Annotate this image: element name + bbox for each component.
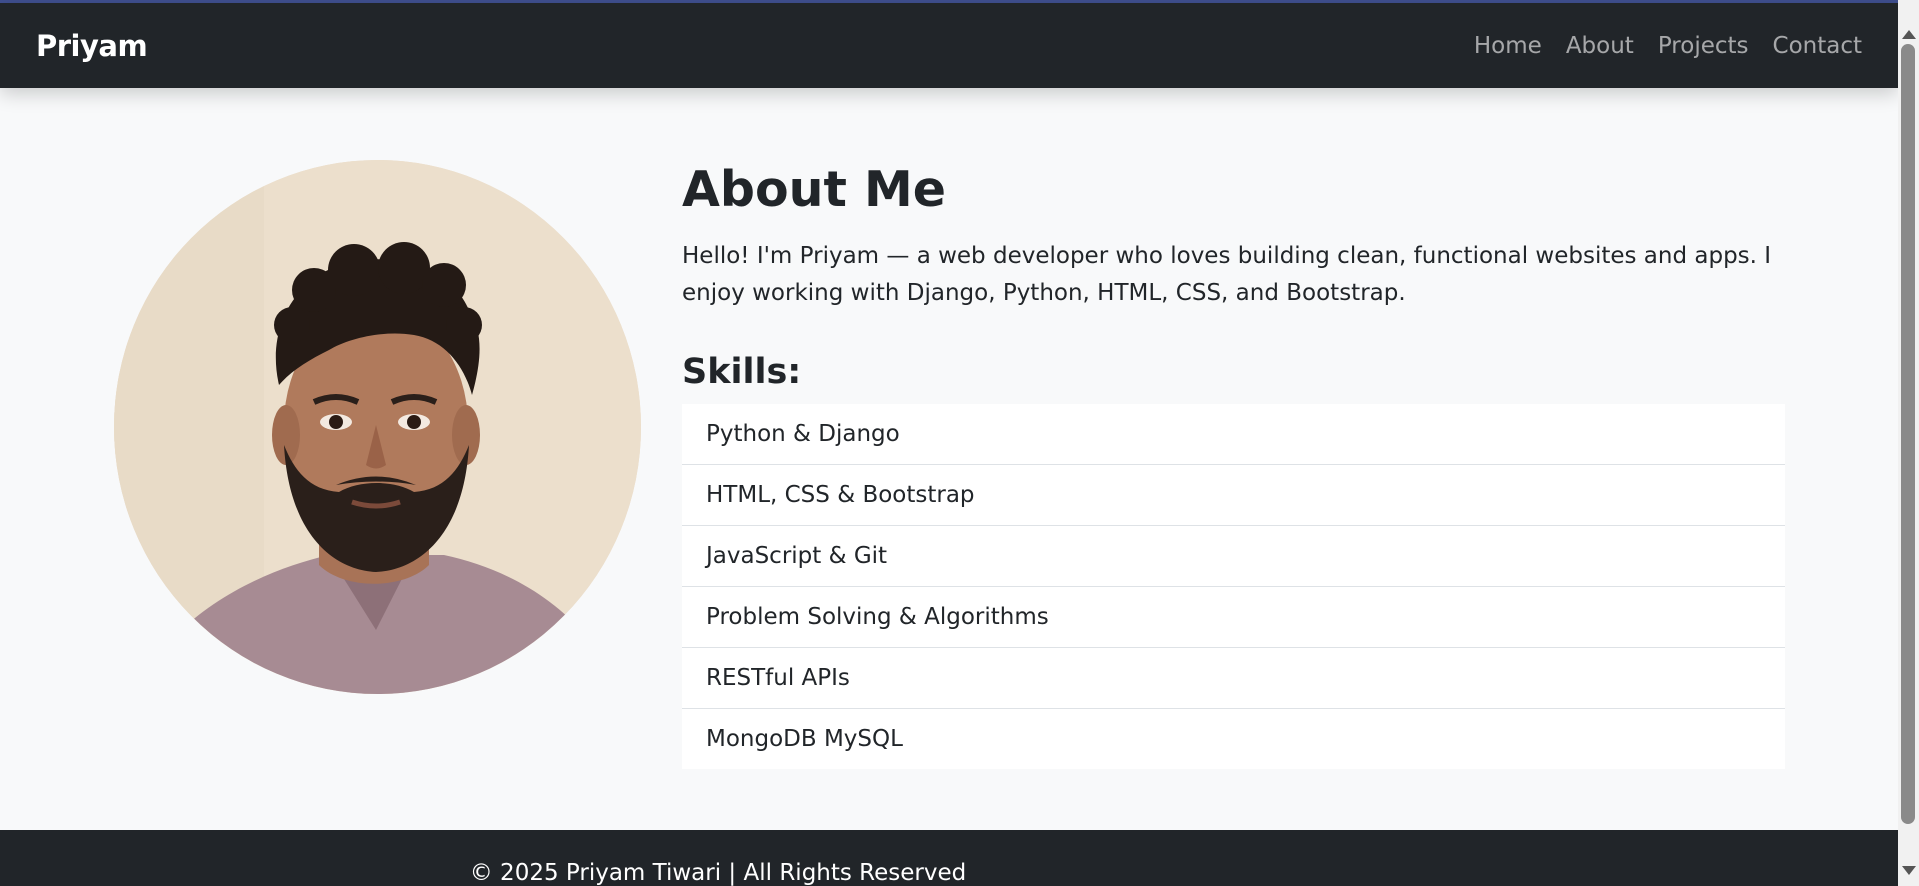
footer: © 2025 Priyam Tiwari | All Rights Reserv… — [0, 830, 1898, 886]
nav-link-projects[interactable]: Projects — [1646, 33, 1761, 59]
scroll-down-icon[interactable] — [1902, 866, 1916, 875]
about-intro: Hello! I'm Priyam — a web developer who … — [682, 243, 1772, 306]
profile-photo-illustration — [114, 160, 641, 694]
navbar: Priyam Home About Projects Contact — [0, 3, 1898, 88]
nav-link-contact[interactable]: Contact — [1761, 33, 1874, 59]
skill-item: RESTful APIs — [682, 648, 1785, 709]
nav-link-home[interactable]: Home — [1462, 33, 1554, 59]
skill-item: Problem Solving & Algorithms — [682, 587, 1785, 648]
about-heading: About Me — [682, 161, 947, 218]
skill-item: JavaScript & Git — [682, 526, 1785, 587]
skill-item: MongoDB MySQL — [706, 726, 903, 752]
skill-item: Python & Django — [682, 404, 1785, 465]
nav-links: Home About Projects Contact — [1462, 33, 1874, 59]
scroll-up-icon[interactable] — [1902, 30, 1916, 39]
scroll-thumb[interactable] — [1901, 44, 1915, 824]
about-section: About Me Hello! I'm Priyam — a web devel… — [682, 160, 1785, 769]
navbar-brand[interactable]: Priyam — [36, 29, 148, 63]
page-scrollbar[interactable] — [1898, 0, 1919, 886]
nav-link-about[interactable]: About — [1554, 33, 1646, 59]
profile-photo — [114, 160, 641, 694]
skills-list: Python & Django HTML, CSS & Bootstrap Ja… — [682, 404, 1785, 769]
skills-heading: Skills: — [682, 352, 802, 392]
footer-copyright: © 2025 Priyam Tiwari | All Rights Reserv… — [469, 860, 967, 886]
skill-item: HTML, CSS & Bootstrap — [682, 465, 1785, 526]
